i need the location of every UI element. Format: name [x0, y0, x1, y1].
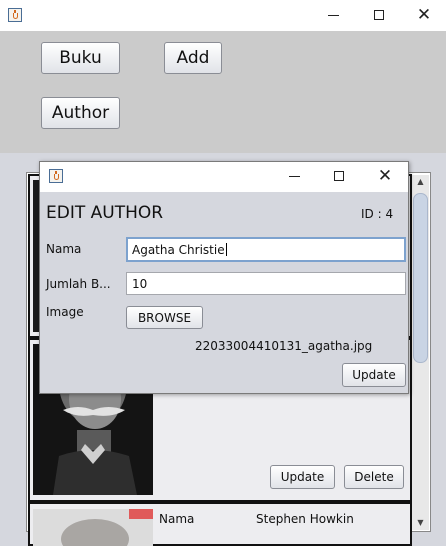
- scroll-up-arrow-icon[interactable]: ▲: [412, 177, 429, 186]
- minimize-icon[interactable]: [322, 4, 344, 26]
- buku-button[interactable]: Buku: [41, 42, 120, 74]
- image-file-name: 22033004410131_agatha.jpg: [195, 339, 373, 353]
- scrollbar-thumb[interactable]: [413, 193, 428, 363]
- image-label: Image: [46, 305, 84, 319]
- nama-label: Nama: [46, 242, 82, 256]
- dialog-maximize-icon[interactable]: [328, 165, 350, 187]
- dialog-heading: EDIT AUTHOR: [46, 203, 164, 223]
- author-id-label: ID : 4: [361, 207, 394, 221]
- nama-input[interactable]: Agatha Christie: [126, 237, 406, 262]
- dialog-update-button[interactable]: Update: [342, 363, 406, 387]
- add-button[interactable]: Add: [164, 42, 222, 74]
- card-delete-button[interactable]: Delete: [344, 465, 404, 489]
- scroll-down-arrow-icon[interactable]: ▼: [412, 518, 429, 527]
- card-nama-label: Nama: [159, 512, 195, 526]
- java-app-icon: [8, 8, 22, 22]
- card-update-button[interactable]: Update: [270, 465, 335, 489]
- maximize-icon[interactable]: [368, 4, 390, 26]
- author-photo: [33, 509, 153, 546]
- author-button[interactable]: Author: [41, 97, 120, 129]
- jumlah-buku-label: Jumlah B...: [46, 277, 111, 291]
- jumlah-buku-input-value: 10: [132, 276, 148, 291]
- card-nama-value: Stephen Howkin: [256, 512, 354, 526]
- nama-input-value: Agatha Christie: [132, 242, 225, 257]
- jumlah-buku-input[interactable]: 10: [126, 272, 406, 295]
- dialog-title-bar: [40, 162, 408, 192]
- dialog-close-icon[interactable]: ✕: [374, 165, 396, 187]
- dialog-minimize-icon[interactable]: [283, 165, 305, 187]
- java-app-icon: [49, 169, 63, 183]
- close-icon[interactable]: ✕: [413, 4, 435, 26]
- browse-button[interactable]: BROWSE: [126, 306, 203, 329]
- text-caret: [225, 243, 227, 256]
